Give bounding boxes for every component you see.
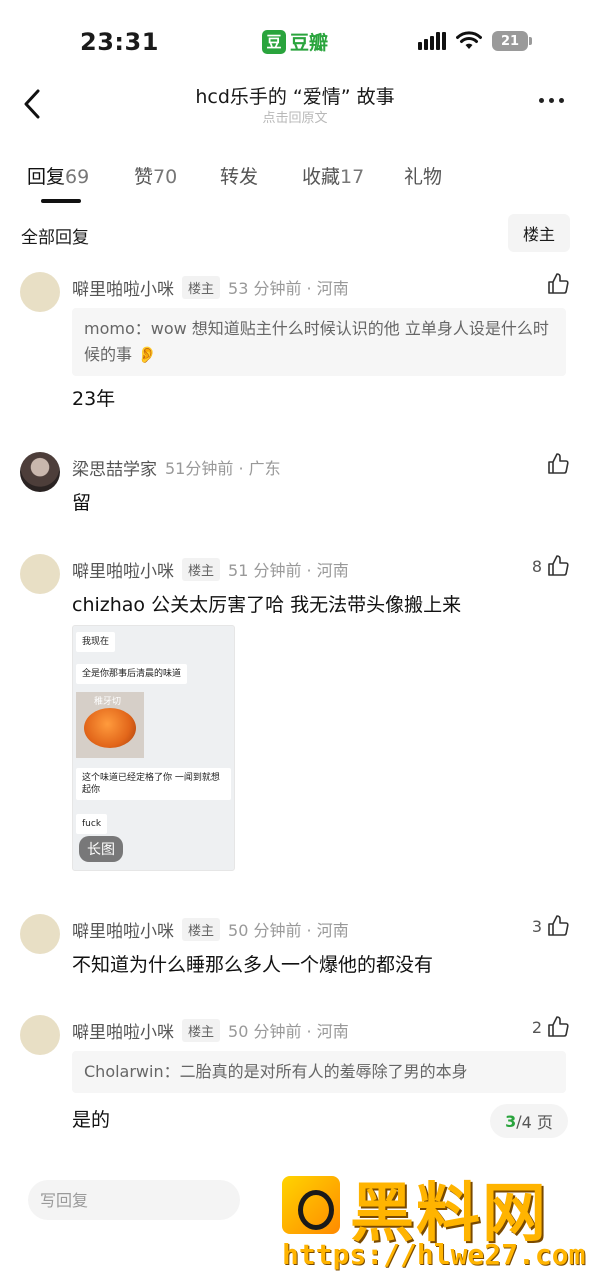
username[interactable]: 梁思喆学家 xyxy=(72,455,157,480)
like-button[interactable]: 2 xyxy=(532,1015,570,1039)
status-app-indicator: 豆 豆瓣 xyxy=(262,28,328,55)
more-dot-icon xyxy=(559,98,564,103)
thumbs-up-icon xyxy=(548,915,569,936)
thumbs-up-icon xyxy=(548,1016,569,1037)
like-count: 8 xyxy=(531,556,542,576)
thumbs-up-icon xyxy=(548,453,569,474)
tab-replies[interactable]: 回复69 xyxy=(27,162,89,189)
quoted-reply[interactable]: momo：wow 想知道贴主什么时候认识的他 立单身人设是什么时候的事 👂 xyxy=(72,308,566,376)
tab-reposts[interactable]: 转发 xyxy=(220,162,258,189)
username[interactable]: 噼里啪啦小咪 xyxy=(72,1018,174,1043)
comment-meta: 噼里啪啦小咪 楼主 50 分钟前 · 河南 xyxy=(72,1017,349,1043)
status-icons: 21 xyxy=(418,31,532,51)
comment-time-location: 50 分钟前 · 河南 xyxy=(228,1022,349,1041)
username[interactable]: 噼里啪啦小咪 xyxy=(72,275,174,300)
op-badge: 楼主 xyxy=(182,1018,221,1042)
current-page: 3 xyxy=(505,1111,517,1131)
wifi-icon xyxy=(456,31,482,49)
post-header: hcd乐手的 “爱情” 故事 点击回原文 xyxy=(0,78,590,130)
total-pages: 4 页 xyxy=(521,1113,553,1132)
comment-text: 不知道为什么睡那么多人一个爆他的都没有 xyxy=(72,954,434,976)
comment-text: 是的 xyxy=(72,1109,111,1131)
douban-logo-icon: 豆 xyxy=(262,29,286,54)
photo-caption: 稚牙切 xyxy=(94,697,122,707)
status-bar: 23:31 豆 豆瓣 21 xyxy=(0,0,590,80)
op-badge: 楼主 xyxy=(182,275,221,299)
status-app-name: 豆瓣 xyxy=(290,32,329,54)
comment-time-location: 53 分钟前 · 河南 xyxy=(228,279,349,298)
more-options-button[interactable] xyxy=(539,98,564,103)
chat-bubble: fuck xyxy=(76,814,108,834)
battery-icon: 21 xyxy=(492,31,532,51)
comment-text: 留 xyxy=(72,492,92,514)
more-dot-icon xyxy=(549,98,554,103)
tab-collections[interactable]: 收藏17 xyxy=(302,162,364,189)
tab-indicator xyxy=(41,199,81,203)
comment-meta: 噼里啪啦小咪 楼主 53 分钟前 · 河南 xyxy=(72,274,349,300)
avatar[interactable] xyxy=(20,554,60,594)
watermark-logo-icon xyxy=(282,1176,340,1234)
comment-meta: 噼里啪啦小咪 楼主 51 分钟前 · 河南 xyxy=(72,556,349,582)
avatar[interactable] xyxy=(20,1015,60,1055)
page-indicator[interactable]: 3/4 页 xyxy=(490,1104,568,1138)
tab-likes[interactable]: 赞70 xyxy=(134,162,177,189)
back-to-post-link[interactable]: 点击回原文 xyxy=(220,107,370,126)
status-time: 23:31 xyxy=(80,28,159,56)
chat-bubble: 这个味道已经定格了你 一闻到就想起你 xyxy=(76,768,231,800)
chat-bubble: 全是你那事后清晨的味道 xyxy=(76,664,188,684)
back-button[interactable] xyxy=(14,84,50,124)
username[interactable]: 噼里啪啦小咪 xyxy=(72,557,174,582)
long-image-badge: 长图 xyxy=(79,836,123,862)
signal-icon xyxy=(418,32,446,50)
chevron-left-icon xyxy=(24,89,40,119)
op-only-filter-button[interactable]: 楼主 xyxy=(508,214,570,252)
like-button[interactable]: 3 xyxy=(532,914,570,938)
thumbs-up-icon xyxy=(548,555,569,576)
avatar[interactable] xyxy=(20,272,60,312)
more-dot-icon xyxy=(539,98,544,103)
comment-meta: 噼里啪啦小咪 楼主 50 分钟前 · 河南 xyxy=(72,916,349,942)
thumbs-up-icon xyxy=(548,273,569,294)
chat-bubble: 我现在 xyxy=(76,632,116,652)
all-replies-title: 全部回复 xyxy=(21,228,89,248)
like-button[interactable]: 8 xyxy=(532,554,570,578)
username[interactable]: 噼里啪啦小咪 xyxy=(72,917,174,942)
tab-gifts[interactable]: 礼物 xyxy=(404,162,442,189)
avatar[interactable] xyxy=(20,914,60,954)
comment-text: chizhao 公关太厉害了哈 我无法带头像搬上来 xyxy=(72,594,462,616)
comment-text: 23年 xyxy=(72,388,116,410)
op-badge: 楼主 xyxy=(182,917,221,941)
like-count: 3 xyxy=(531,916,542,936)
comment-meta: 梁思喆学家 51分钟前 · 广东 xyxy=(72,454,281,480)
comment-time-location: 50 分钟前 · 河南 xyxy=(228,921,349,940)
replies-section-header: 全部回复 楼主 xyxy=(0,212,590,256)
avatar[interactable] xyxy=(20,452,60,492)
pumpkin-photo: 稚牙切 xyxy=(76,692,144,758)
reply-input[interactable] xyxy=(28,1180,240,1220)
quoted-reply[interactable]: Cholarwin：二胎真的是对所有人的羞辱除了男的本身 xyxy=(72,1051,566,1093)
watermark: 黑料网 https://hlwe27.com xyxy=(270,1166,590,1280)
tab-bar: 回复69 赞70 转发 收藏17 礼物 xyxy=(0,158,590,206)
like-count: 2 xyxy=(531,1017,542,1037)
like-button[interactable] xyxy=(542,272,570,296)
like-button[interactable] xyxy=(546,452,570,476)
comment-image-attachment[interactable]: 我现在 全是你那事后清晨的味道 稚牙切 这个味道已经定格了你 一闻到就想起你 f… xyxy=(72,625,235,871)
op-badge: 楼主 xyxy=(182,557,221,581)
comment-time-location: 51分钟前 · 广东 xyxy=(165,459,281,478)
watermark-url: https://hlwe27.com xyxy=(282,1238,586,1271)
pumpkin-image xyxy=(84,708,136,748)
post-title[interactable]: hcd乐手的 “爱情” 故事 xyxy=(150,82,440,109)
comment-time-location: 51 分钟前 · 河南 xyxy=(228,561,349,580)
